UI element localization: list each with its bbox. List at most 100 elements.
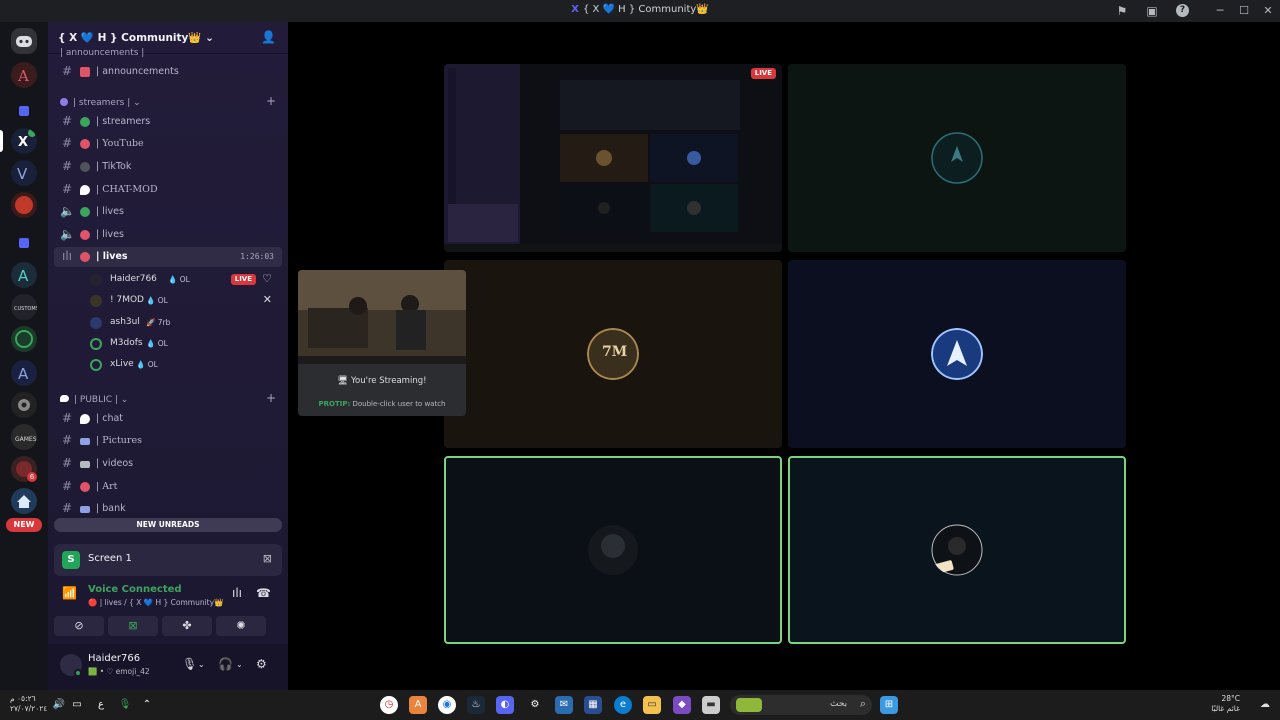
participant-tile[interactable] — [788, 64, 1126, 252]
discord-home-icon[interactable] — [11, 28, 37, 54]
inbox-icon[interactable]: ⚑ — [1114, 3, 1130, 19]
steam-icon[interactable]: ♨ — [467, 696, 485, 714]
chevron-down-icon[interactable]: ⌄ — [236, 660, 243, 669]
channel-youtube[interactable]: # | YouTube — [54, 134, 282, 154]
microphone-icon[interactable]: 🎙 — [182, 657, 197, 671]
edge-icon[interactable]: e — [614, 696, 632, 714]
outlook-icon[interactable]: ✉ — [555, 696, 573, 714]
settings-icon[interactable]: ⚙ — [526, 696, 544, 714]
app-icon-clock[interactable]: ◷ — [380, 696, 398, 714]
maximize-button[interactable]: ☐ — [1232, 2, 1256, 20]
settings-gear-icon[interactable]: ⚙ — [256, 657, 267, 671]
invite-people-icon[interactable]: 👤 — [261, 30, 276, 44]
mic-in-use-icon[interactable]: 🎙 — [116, 696, 134, 714]
cloud-icon[interactable]: ☁ — [1256, 696, 1274, 714]
chevron-down-icon[interactable]: ⌄ — [198, 660, 205, 669]
discord-taskbar-icon[interactable]: ◐ — [496, 696, 514, 714]
heart-icon[interactable]: ♡ — [262, 272, 272, 285]
tray-chevron-up-icon[interactable]: ⌃ — [138, 696, 156, 714]
channel-chat[interactable]: # | chat — [54, 409, 282, 429]
search-highlight-icon — [736, 698, 762, 712]
category-streamers[interactable]: | streamers | ⌄ — [60, 98, 141, 108]
chrome-icon[interactable]: ◉ — [438, 696, 456, 714]
voice-channel-lives-1[interactable]: 🔈 | lives — [54, 202, 282, 222]
camera-off-button[interactable]: ⊘ — [54, 616, 104, 636]
stop-stream-icon[interactable]: ⊠ — [263, 552, 272, 565]
channel-bank[interactable]: # | bank — [54, 499, 282, 519]
voice-user[interactable]: ash3ul 🚀 7rb — [84, 313, 280, 333]
channel-art[interactable]: # | Art — [54, 477, 282, 497]
weather-widget[interactable]: 28°C غائم غالبًا — [1211, 694, 1240, 714]
protip: PROTIP: Double-click user to watch — [318, 400, 446, 408]
participant-tile-speaking[interactable] — [788, 456, 1126, 644]
streaming-preview-card[interactable]: 🖥 You're Streaming! PROTIP: Double-click… — [298, 270, 466, 416]
folder-icon[interactable] — [11, 98, 37, 124]
server-icon-xh[interactable]: X — [11, 128, 37, 154]
file-explorer-icon[interactable]: ▭ — [643, 696, 661, 714]
terminal-icon[interactable]: ▬ — [702, 696, 720, 714]
category-announcements[interactable]: | announcements | — [60, 48, 144, 58]
voice-user[interactable]: xLive 💧 OL — [84, 355, 280, 375]
voice-user[interactable]: ! 7MOD 💧 OL ✕ — [84, 291, 280, 311]
text-channel-icon: # — [61, 64, 73, 78]
stream-preview-video — [298, 270, 466, 364]
x-icon[interactable]: ✕ — [263, 293, 272, 306]
headphones-icon[interactable]: 🎧 — [218, 657, 233, 671]
add-channel-button[interactable]: + — [266, 94, 276, 108]
channel-streamers[interactable]: # | streamers — [54, 112, 282, 132]
disconnect-icon[interactable]: ☎ — [256, 586, 271, 600]
call-timer: 1:26:03 — [240, 252, 274, 261]
language-indicator[interactable]: ع — [92, 696, 110, 714]
voice-channel-lives-active[interactable]: ılı | lives 1:26:03 — [54, 247, 282, 267]
new-unreads-badge[interactable]: NEW — [6, 518, 42, 532]
voice-channel-lives-2[interactable]: 🔈 | lives — [54, 225, 282, 245]
server-icon-house[interactable] — [11, 488, 37, 514]
help-icon[interactable]: ? — [1176, 4, 1189, 17]
add-channel-button[interactable]: + — [266, 391, 276, 405]
participant-tile[interactable]: 7M — [444, 260, 782, 448]
minimize-button[interactable]: ─ — [1208, 2, 1232, 20]
category-public[interactable]: | PUBLIC | ⌄ — [60, 395, 128, 405]
channel-videos[interactable]: # | videos — [54, 454, 282, 474]
server-icon-gear[interactable] — [11, 392, 37, 418]
channel-announcements[interactable]: # | announcements — [54, 62, 282, 82]
store-icon[interactable]: ▦ — [584, 696, 602, 714]
signal-icon[interactable]: 📶 — [62, 586, 77, 600]
channel-tiktok[interactable]: # | TikTok — [54, 157, 282, 177]
taskbar-search[interactable]: بحث ⌕ — [730, 695, 872, 715]
live-badge: LIVE — [230, 274, 256, 285]
volume-icon[interactable]: 🔊 — [50, 696, 68, 714]
close-button[interactable]: ✕ — [1256, 2, 1280, 20]
stream-tile[interactable]: LIVE — [444, 64, 782, 252]
channel-chat-mod[interactable]: # | CHAT-MOD — [54, 180, 282, 200]
avatar — [90, 274, 102, 286]
app-root: X{ X 💙 H } Community👑 ⚑ ▣ ? ─ ☐ ✕ A X V … — [0, 0, 1280, 720]
soundboard-button[interactable]: ✺ — [216, 616, 266, 636]
server-icon-a-red[interactable]: A — [11, 62, 37, 88]
voice-user[interactable]: Haider766 💧 OL LIVE ♡ — [84, 270, 280, 290]
selected-server-pill — [0, 130, 3, 152]
app-icon-illustrator[interactable]: A — [409, 696, 427, 714]
clock[interactable]: ٠٥:٢٦ م ٢٧/٠٧/٢٠٢٤ — [10, 694, 47, 714]
activities-button[interactable]: ✤ — [162, 616, 212, 636]
server-icon-a-teal[interactable]: A — [11, 262, 37, 288]
server-icon-green[interactable] — [11, 326, 37, 352]
server-icon-fire[interactable] — [11, 192, 37, 218]
share-screen-button[interactable]: ⊠ — [108, 616, 158, 636]
server-icon-customs[interactable]: CUSTOMS — [11, 294, 37, 320]
channel-pictures[interactable]: # | Pictures — [54, 431, 282, 451]
new-unreads-banner[interactable]: NEW UNREADS — [54, 518, 282, 532]
server-icon-v[interactable]: V — [11, 160, 37, 186]
server-icon-a-blue[interactable]: A — [11, 360, 37, 386]
screen-share-panel[interactable]: S Screen 1 ⊠ — [54, 544, 282, 576]
participant-tile[interactable] — [788, 260, 1126, 448]
noise-suppression-icon[interactable]: ılı — [232, 586, 242, 600]
server-icon-games[interactable]: GAMES — [11, 424, 37, 450]
network-icon[interactable]: ▭ — [68, 696, 86, 714]
voice-user[interactable]: M3dofs 💧 OL — [84, 334, 280, 354]
windows-start-icon[interactable]: ⊞ — [880, 696, 898, 714]
folder-icon-2[interactable] — [11, 230, 37, 256]
participant-tile-speaking[interactable] — [444, 456, 782, 644]
m365-icon[interactable]: ◆ — [673, 696, 691, 714]
screen-share-icon[interactable]: ▣ — [1144, 3, 1160, 19]
